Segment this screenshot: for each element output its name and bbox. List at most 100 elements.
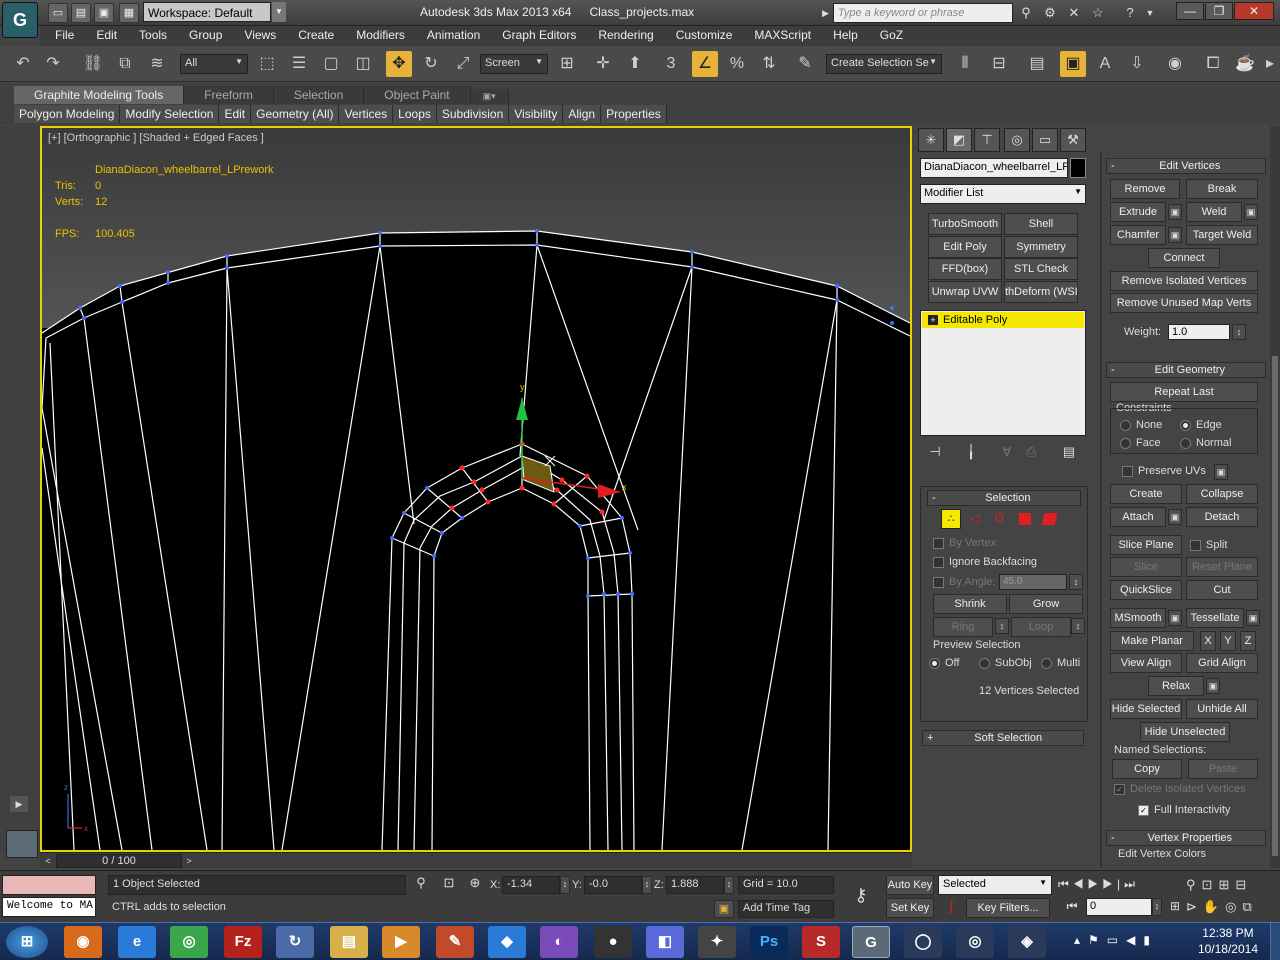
chrome-icon[interactable]: ◎ bbox=[170, 926, 208, 958]
shell-button[interactable]: Shell bbox=[1004, 213, 1078, 235]
select-object-icon[interactable]: ⬚ bbox=[254, 51, 280, 77]
rectangular-selection-icon[interactable]: ▢ bbox=[318, 51, 344, 77]
paste-button[interactable]: Paste bbox=[1188, 759, 1258, 779]
communication-icon[interactable]: ✕ bbox=[1064, 3, 1084, 23]
object-name-field[interactable]: DianaDiacon_wheelbarrel_LPr bbox=[920, 158, 1068, 178]
snaps-toggle-icon[interactable]: 3 bbox=[658, 51, 684, 77]
constraint-normal-radio[interactable]: Normal bbox=[1180, 437, 1231, 449]
hide-unselected-button[interactable]: Hide Unselected bbox=[1140, 722, 1230, 742]
expand-plus-icon[interactable]: + bbox=[928, 315, 938, 325]
panel-modify-selection[interactable]: Modify Selection bbox=[120, 105, 220, 123]
schematic-view-icon[interactable]: ⇩ bbox=[1124, 51, 1150, 77]
play-icon[interactable]: ▶ bbox=[1088, 877, 1103, 891]
modify-tab-icon[interactable]: ◩ bbox=[946, 128, 972, 152]
chevron-down-icon[interactable]: ▼ bbox=[1140, 3, 1160, 23]
binoculars-icon[interactable]: ⚲ bbox=[1016, 3, 1036, 23]
render-production-icon[interactable]: ▸ bbox=[1262, 51, 1278, 77]
relax-settings-icon[interactable]: ▣ bbox=[1206, 678, 1220, 694]
ring-spinner[interactable]: ↕ bbox=[995, 618, 1009, 634]
edit-poly-button[interactable]: Edit Poly bbox=[928, 236, 1002, 258]
photoshop-icon[interactable]: Ps bbox=[750, 926, 788, 958]
display-tab-icon[interactable]: ▭ bbox=[1032, 128, 1058, 152]
menu-customize[interactable]: Customize bbox=[665, 26, 744, 44]
auto-key-button[interactable]: Auto Key bbox=[886, 875, 934, 895]
reset-plane-button[interactable]: Reset Plane bbox=[1186, 557, 1258, 577]
by-vertex-checkbox[interactable]: By Vertex bbox=[933, 537, 996, 549]
planar-y-button[interactable]: Y bbox=[1220, 631, 1236, 651]
menu-file[interactable]: File bbox=[44, 26, 85, 44]
graphite-toggle-icon[interactable]: ▣ bbox=[1060, 51, 1086, 77]
scrollbar-thumb[interactable] bbox=[1272, 356, 1278, 856]
menu-tools[interactable]: Tools bbox=[128, 26, 178, 44]
tessellate-button[interactable]: Tessellate bbox=[1186, 608, 1244, 628]
search-input[interactable]: Type a keyword or phrase bbox=[833, 3, 1013, 23]
field-of-view-icon[interactable]: ⊳ bbox=[1186, 899, 1203, 914]
panel-loops[interactable]: Loops bbox=[393, 105, 437, 123]
shrink-button[interactable]: Shrink bbox=[933, 594, 1007, 614]
attach-button[interactable]: Attach bbox=[1110, 507, 1166, 527]
weight-spinner[interactable]: ↕ bbox=[1232, 324, 1246, 340]
border-mode-icon[interactable]: ʘ bbox=[991, 511, 1007, 527]
mirror-icon[interactable]: ⫴ bbox=[952, 51, 978, 77]
media-player-icon[interactable]: ▶ bbox=[382, 926, 420, 958]
edit-vertices-rollout-header[interactable]: - Edit Vertices bbox=[1106, 158, 1266, 174]
cut-button[interactable]: Cut bbox=[1186, 580, 1258, 600]
key-tangent-icon[interactable]: ∫ bbox=[940, 898, 962, 918]
create-button[interactable]: Create bbox=[1110, 484, 1182, 504]
pathdeform-button[interactable]: thDeform (WSI bbox=[1004, 281, 1078, 303]
menu-group[interactable]: Group bbox=[178, 26, 233, 44]
mini-listener-icon[interactable] bbox=[6, 830, 38, 858]
configure-modifier-sets-icon[interactable]: ▤ bbox=[1060, 444, 1078, 462]
select-and-rotate-icon[interactable]: ↻ bbox=[418, 51, 444, 77]
expand-arrow-icon[interactable]: ▶ bbox=[10, 796, 28, 812]
redo-icon[interactable]: ↷ bbox=[40, 51, 66, 77]
remove-unused-map-verts-button[interactable]: Remove Unused Map Verts bbox=[1110, 293, 1258, 313]
close-button[interactable]: ✕ bbox=[1234, 2, 1274, 20]
start-orb-icon[interactable]: ⊞ bbox=[6, 926, 48, 958]
viewport-orthographic[interactable]: y x z x [+] [Orthographic ] [Shaded + Ed… bbox=[40, 126, 912, 852]
workspace-dropdown[interactable]: Workspace: Default bbox=[143, 2, 271, 22]
attach-list-icon[interactable]: ▣ bbox=[1168, 509, 1182, 525]
project-folder-icon[interactable]: ▦ bbox=[119, 3, 139, 23]
lock-selection-icon[interactable]: ⊡ bbox=[440, 875, 458, 895]
go-to-end-icon[interactable]: ⏭ bbox=[1124, 877, 1139, 891]
show-desktop-button[interactable] bbox=[1270, 923, 1280, 960]
menu-views[interactable]: Views bbox=[233, 26, 287, 44]
tab-graphite-modeling-tools[interactable]: Graphite Modeling Tools bbox=[14, 86, 185, 104]
viewport-label[interactable]: [+] [Orthographic ] [Shaded + Edged Face… bbox=[48, 132, 264, 144]
msmooth-button[interactable]: MSmooth bbox=[1110, 608, 1166, 628]
remove-button[interactable]: Remove bbox=[1110, 179, 1180, 199]
hide-selected-button[interactable]: Hide Selected bbox=[1110, 699, 1182, 719]
panel-properties[interactable]: Properties bbox=[601, 105, 667, 123]
chamfer-settings-icon[interactable]: ▣ bbox=[1168, 227, 1182, 243]
tab-object-paint[interactable]: Object Paint bbox=[364, 86, 471, 104]
3dsmax-taskbar-icon[interactable]: G bbox=[852, 926, 890, 958]
subscription-icon[interactable]: ⚙ bbox=[1040, 3, 1060, 23]
select-and-scale-icon[interactable]: ⤢ bbox=[450, 51, 476, 77]
relax-button[interactable]: Relax bbox=[1148, 676, 1204, 696]
constraint-none-radio[interactable]: None bbox=[1120, 419, 1162, 431]
chevron-right-icon[interactable]: ▶ bbox=[822, 3, 832, 23]
select-manipulate-icon[interactable]: ✛ bbox=[590, 51, 616, 77]
show-end-result-icon[interactable]: ╽ bbox=[962, 444, 980, 462]
tab-freeform[interactable]: Freeform bbox=[184, 86, 274, 104]
pivot-center-icon[interactable]: ⊞ bbox=[554, 51, 580, 77]
power-icon[interactable]: ▮ bbox=[1143, 933, 1158, 947]
panel-align[interactable]: Align bbox=[563, 105, 602, 123]
hierarchy-tab-icon[interactable]: ⊤ bbox=[974, 128, 1000, 152]
layer-manager-icon[interactable]: ▤ bbox=[1024, 51, 1050, 77]
panel-edit[interactable]: Edit bbox=[219, 105, 252, 123]
key-filters-button[interactable]: Key Filters... bbox=[966, 898, 1050, 918]
previous-key-icon[interactable]: ◀ bbox=[1073, 877, 1088, 891]
chamfer-button[interactable]: Chamfer bbox=[1110, 225, 1166, 245]
menu-edit[interactable]: Edit bbox=[85, 26, 128, 44]
add-time-tag-button[interactable]: Add Time Tag bbox=[738, 900, 834, 918]
app-circle-icon[interactable]: ◯ bbox=[904, 926, 942, 958]
menu-maxscript[interactable]: MAXScript bbox=[743, 26, 822, 44]
menu-goz[interactable]: GoZ bbox=[869, 26, 914, 44]
rendered-frame-icon[interactable]: ☕ bbox=[1232, 51, 1258, 77]
panel-subdivision[interactable]: Subdivision bbox=[437, 105, 510, 123]
zoom-icon[interactable]: ⚲ bbox=[1186, 877, 1202, 892]
collapse-button[interactable]: Collapse bbox=[1186, 484, 1258, 504]
edit-named-selection-icon[interactable]: ✎ bbox=[792, 51, 818, 77]
